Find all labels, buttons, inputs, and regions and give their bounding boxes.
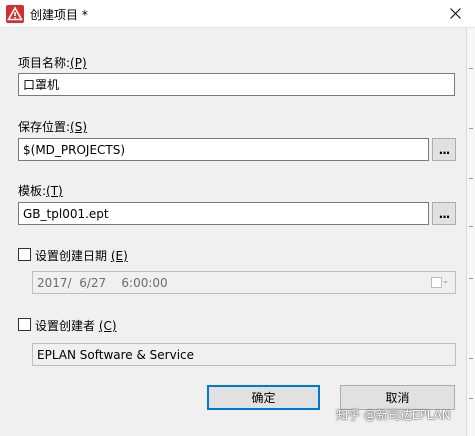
save-location-browse-button[interactable]: ... [432, 138, 456, 161]
title-bar: 创建项目 * [0, 0, 475, 28]
template-label: 模板:(T) [18, 184, 63, 198]
project-name-label: 项目名称:(P) [18, 56, 87, 70]
save-location-value: $(MD_PROJECTS) [23, 142, 126, 157]
background-window-edge [466, 28, 475, 436]
creator-input: EPLAN Software & Service [32, 343, 456, 366]
creator-label[interactable]: 设置创建者 (C) [35, 317, 117, 334]
project-name-value: 口罩机 [23, 78, 60, 92]
creation-date-label[interactable]: 设置创建日期 (E) [35, 247, 128, 264]
creation-date-picker: 2017/ 6/27 6:00:00 [32, 271, 456, 294]
project-name-input[interactable]: 口罩机 [18, 73, 455, 96]
ok-button[interactable]: 确定 [207, 385, 320, 410]
template-input[interactable]: GB_tpl001.ept [18, 202, 429, 225]
save-location-label: 保存位置:(S) [18, 120, 88, 134]
close-icon [450, 8, 461, 19]
eplan-warning-triangle-icon [6, 5, 24, 23]
creation-date-value: 2017/ 6/27 6:00:00 [37, 275, 168, 290]
watermark: 知乎 @新司达EPLAN [336, 408, 451, 422]
save-location-input[interactable]: $(MD_PROJECTS) [18, 138, 429, 161]
template-value: GB_tpl001.ept [23, 206, 109, 221]
creator-value: EPLAN Software & Service [37, 347, 195, 362]
window-title: 创建项目 * [30, 8, 88, 22]
close-button[interactable] [436, 0, 475, 27]
creator-checkbox[interactable] [18, 318, 31, 331]
calendar-dropdown-icon [431, 275, 449, 290]
creation-date-checkbox[interactable] [18, 248, 31, 261]
template-browse-button[interactable]: ... [432, 202, 456, 225]
